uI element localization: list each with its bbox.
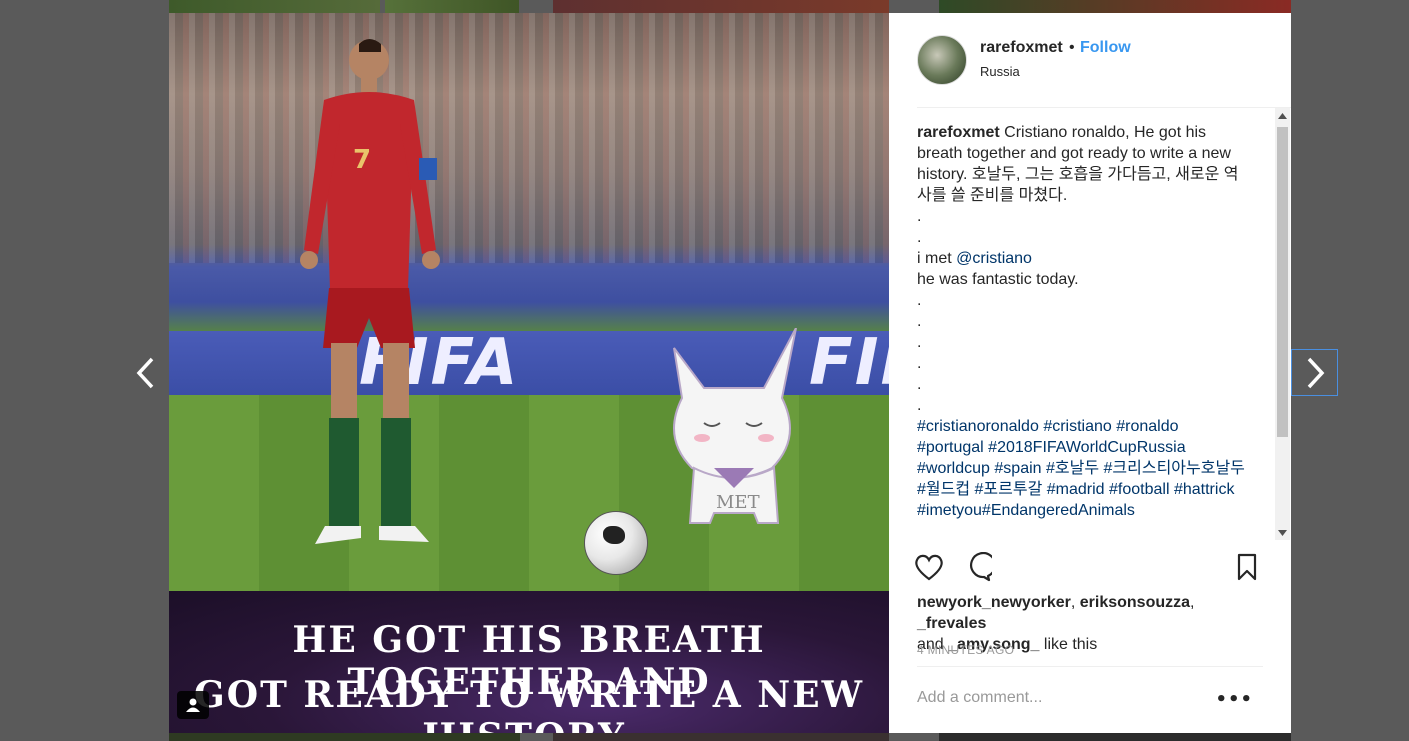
avatar[interactable] [917,35,967,85]
hashtag-link[interactable]: #포르투갈 [975,481,1043,498]
chevron-left-icon [136,357,154,389]
hashtag-link[interactable]: #cristiano [1043,418,1111,435]
heart-icon [915,554,943,581]
background-thumbnail[interactable] [939,733,1291,741]
triangle-up-icon [1278,112,1287,119]
hashtag-link[interactable]: #hattrick [1174,481,1234,498]
banner-text: got ready to write a new history. [193,674,865,733]
hashtag-link[interactable]: #EndangeredAnimals [982,502,1135,519]
hashtag-link[interactable]: #ronaldo [1116,418,1178,435]
liker-link[interactable]: eriksonsouzza [1080,594,1190,611]
comment-form: ••• [917,666,1263,734]
hashtag-link[interactable]: #호날두 [1046,460,1099,477]
liker-link[interactable]: _frevales [917,615,986,632]
save-button[interactable] [1231,551,1263,583]
caption-text: he was fantastic today. [917,271,1079,288]
user-tag-icon [186,698,200,712]
caption-dot: . [917,334,922,351]
player-figure: 7 [300,39,440,544]
hashtag-link[interactable]: #2018FIFAWorldCupRussia [988,439,1185,456]
username-link[interactable]: rarefoxmet [980,39,1063,57]
image-banner: He got his breath together and got ready… [169,591,889,733]
action-bar [915,551,1263,583]
location-link[interactable]: Russia [980,64,1020,79]
like-button[interactable] [913,551,945,583]
separator: , [1190,594,1195,611]
cat-mascot: MET [673,328,797,524]
caption: rarefoxmet Cristiano ronaldo, He got his… [917,122,1247,521]
scroll-up-button[interactable] [1275,108,1290,123]
post-sidebar: rarefoxmet • Follow Russia rarefoxmet Cr… [889,13,1291,733]
next-post-button[interactable] [1291,349,1338,396]
comments-section[interactable]: rarefoxmet Cristiano ronaldo, He got his… [917,108,1277,540]
hashtag-link[interactable]: #portugal [917,439,984,456]
mention-link[interactable]: @cristiano [956,250,1032,267]
tagged-users-button[interactable] [177,691,209,719]
hashtags: #cristianoronaldo #cristiano #ronaldo #p… [917,416,1247,521]
board-text: FIFA [809,326,889,400]
scrollbar-thumb[interactable] [1277,127,1288,437]
caption-dot: . [917,208,922,225]
bookmark-icon [1237,553,1257,581]
caption-dot: . [917,376,922,393]
comment-input[interactable] [917,689,1217,707]
hashtag-link[interactable]: #football [1109,481,1170,498]
caption-dot: . [917,355,922,372]
background-thumbnail[interactable] [939,0,1291,13]
caption-dot: . [917,229,922,246]
background-thumbnail[interactable] [169,0,380,13]
soccer-ball [584,511,648,575]
scroll-down-button[interactable] [1275,525,1290,540]
likes-text: like this [1039,636,1098,653]
previous-post-button[interactable] [126,350,166,396]
hashtag-link[interactable]: #imetyou [917,502,982,519]
separator: • [1069,39,1075,56]
hashtag-link[interactable]: #spain [994,460,1041,477]
post-header: rarefoxmet • Follow Russia [917,13,1291,108]
cat-label: MET [716,492,760,513]
comment-button[interactable] [961,551,993,583]
caption-line: i met @cristiano [917,248,1247,269]
post-timestamp[interactable]: 4 MINUTES AGO [917,643,1014,657]
comment-bubble-icon [970,552,992,582]
caption-username[interactable]: rarefoxmet [917,124,1000,141]
caption-text: i met [917,250,957,267]
comments-scrollbar[interactable] [1275,108,1290,540]
background-thumbnail[interactable] [385,0,519,13]
jersey-number: 7 [353,145,371,175]
triangle-down-icon [1278,529,1287,536]
more-options-button[interactable]: ••• [1215,689,1253,710]
separator: , [1070,594,1080,611]
post-image[interactable]: FIFA FIFA 7 [169,13,889,733]
liker-link[interactable]: newyork_newyorker [917,594,1071,611]
hashtag-link[interactable]: #worldcup [917,460,990,477]
chevron-right-icon [1307,357,1324,388]
hashtag-link[interactable]: #madrid [1047,481,1105,498]
post-modal: FIFA FIFA 7 [169,13,1291,733]
caption-dot: . [917,313,922,330]
background-thumbnail[interactable] [169,733,520,741]
photo-scene: FIFA FIFA 7 [169,13,889,591]
caption-dot: . [917,397,922,414]
caption-dot: . [917,292,922,309]
hashtag-link[interactable]: #cristianoronaldo [917,418,1039,435]
background-thumbnail[interactable] [553,733,889,741]
hashtag-link[interactable]: #크리스티아누호날두 [1104,460,1245,477]
background-thumbnail[interactable] [553,0,889,13]
hashtag-link[interactable]: #월드컵 [917,481,970,498]
follow-button[interactable]: Follow [1080,39,1131,57]
